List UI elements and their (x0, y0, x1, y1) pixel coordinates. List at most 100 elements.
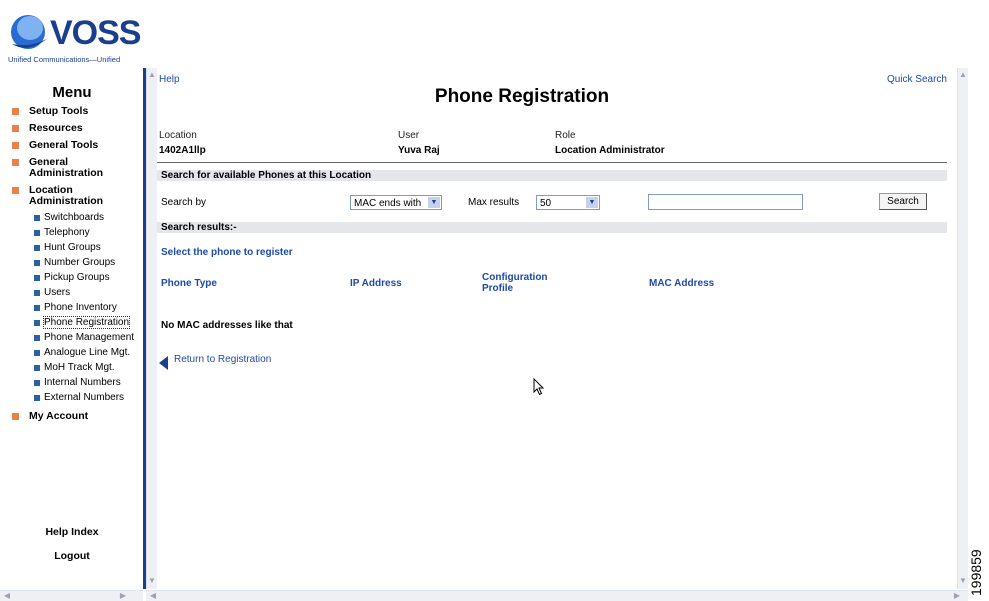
menu-item-setup-tools[interactable]: Setup Tools (12, 106, 142, 117)
main-horizontal-scrollbar[interactable]: ◀ ▶ (146, 590, 968, 601)
scroll-left-icon[interactable]: ◀ (2, 591, 12, 601)
menu-horizontal-scrollbar[interactable]: ◀ ▶ (0, 590, 143, 601)
submenu-item-label: Phone Registration (42, 316, 131, 329)
search-by-label: Search by (161, 197, 207, 208)
menu-list: Setup Tools Resources General Tools Gene… (12, 106, 142, 428)
square-bullet-icon (34, 214, 40, 221)
submenu-item-label: Users (44, 287, 71, 298)
scroll-left-icon[interactable]: ◀ (148, 591, 158, 601)
help-link[interactable]: Help (159, 74, 180, 85)
submenu-item-external-numbers[interactable]: External Numbers (34, 390, 142, 405)
voss-logo: VOSS Unified Communications—Unified (8, 8, 143, 68)
submenu-item-label: External Numbers (44, 392, 125, 403)
submenu-item-internal-numbers[interactable]: Internal Numbers (34, 375, 142, 390)
left-menu: Menu Setup Tools Resources General Tools… (0, 68, 144, 589)
quick-search-link[interactable]: Quick Search (887, 74, 947, 85)
menu-item-label: General Administration (29, 156, 104, 179)
submenu-item-telephony[interactable]: Telephony (34, 225, 142, 240)
search-input[interactable] (648, 194, 803, 210)
submenu-item-users[interactable]: Users (34, 285, 142, 300)
submenu-item-switchboards[interactable]: Switchboards (34, 210, 142, 225)
location-label: Location (159, 130, 197, 141)
logout-link[interactable]: Logout (0, 550, 144, 562)
no-results-message: No MAC addresses like that (161, 320, 293, 331)
search-section-header: Search for available Phones at this Loca… (157, 170, 947, 181)
submenu-item-number-groups[interactable]: Number Groups (34, 255, 142, 270)
menu-item-my-account[interactable]: My Account (12, 411, 142, 422)
square-bullet-icon (34, 334, 40, 341)
search-by-value: MAC ends with (354, 198, 422, 209)
column-header-ip-address: IP Address (350, 278, 402, 289)
bullet-icon (12, 159, 19, 166)
scroll-up-icon[interactable]: ▲ (147, 70, 157, 80)
submenu-item-phone-registration[interactable]: Phone Registration (34, 315, 142, 330)
square-bullet-icon (34, 304, 40, 311)
help-index-link[interactable]: Help Index (0, 526, 144, 538)
column-header-phone-type: Phone Type (161, 278, 217, 289)
figure-id: 199859 (968, 549, 984, 596)
submenu-item-label: Hunt Groups (44, 242, 101, 253)
page-title: Phone Registration (434, 86, 610, 107)
menu-item-location-administration[interactable]: Location Administration (12, 185, 142, 207)
bullet-icon (12, 108, 19, 115)
submenu-item-hunt-groups[interactable]: Hunt Groups (34, 240, 142, 255)
square-bullet-icon (34, 289, 40, 296)
scroll-right-icon[interactable]: ▶ (952, 591, 962, 601)
chevron-down-icon[interactable]: ▼ (428, 197, 440, 208)
search-by-select[interactable]: MAC ends with ▼ (350, 195, 442, 210)
submenu-item-phone-inventory[interactable]: Phone Inventory (34, 300, 142, 315)
location-submenu: Switchboards Telephony Hunt Groups Numbe… (34, 210, 142, 405)
scroll-down-icon[interactable]: ▼ (147, 576, 157, 586)
submenu-item-analogue-line-mgt[interactable]: Analogue Line Mgt. (34, 345, 142, 360)
back-arrow-icon[interactable] (159, 356, 168, 370)
menu-title: Menu (52, 84, 92, 101)
menu-item-resources[interactable]: Resources (12, 123, 142, 134)
search-button[interactable]: Search (879, 193, 927, 210)
menu-item-general-administration[interactable]: General Administration (12, 157, 142, 179)
bullet-icon (12, 125, 19, 132)
submenu-item-moh-track-mgt[interactable]: MoH Track Mgt. (34, 360, 142, 375)
square-bullet-icon (34, 244, 40, 251)
scroll-down-icon[interactable]: ▼ (958, 576, 968, 586)
submenu-item-label: Internal Numbers (44, 377, 121, 388)
voss-swoosh-icon (11, 15, 48, 49)
menu-item-label: Setup Tools (29, 105, 89, 117)
scroll-up-icon[interactable]: ▲ (958, 70, 968, 80)
submenu-item-label: Switchboards (44, 212, 105, 223)
menu-item-general-tools[interactable]: General Tools (12, 140, 142, 151)
submenu-item-label: Phone Inventory (44, 302, 117, 313)
submenu-item-label: Analogue Line Mgt. (44, 347, 131, 358)
return-link-label[interactable]: Return to Registration (174, 354, 271, 365)
submenu-item-label: MoH Track Mgt. (44, 362, 115, 373)
square-bullet-icon (34, 379, 40, 386)
results-section-header: Search results:- (157, 222, 947, 233)
header-divider (157, 162, 947, 163)
square-bullet-icon (34, 394, 40, 401)
logo-wordmark: VOSS (50, 14, 141, 52)
max-results-label: Max results (468, 197, 520, 208)
main-content: Help Quick Search Phone Registration Loc… (157, 68, 947, 589)
mouse-pointer-icon (533, 378, 545, 396)
submenu-item-label: Phone Management (44, 332, 135, 343)
submenu-item-label: Pickup Groups (44, 272, 110, 283)
submenu-item-pickup-groups[interactable]: Pickup Groups (34, 270, 142, 285)
square-bullet-icon (34, 319, 40, 326)
chevron-down-icon[interactable]: ▼ (586, 197, 598, 208)
main-left-vertical-scrollbar[interactable]: ▲ ▼ (146, 68, 157, 589)
max-results-select[interactable]: 50 ▼ (536, 195, 600, 210)
menu-item-label: Resources (29, 122, 83, 134)
bullet-icon (12, 187, 19, 194)
max-results-value: 50 (540, 198, 552, 209)
menu-item-label: My Account (29, 410, 89, 422)
square-bullet-icon (34, 349, 40, 356)
square-bullet-icon (34, 229, 40, 236)
bullet-icon (12, 142, 19, 149)
square-bullet-icon (34, 274, 40, 281)
main-vertical-scrollbar[interactable]: ▲ ▼ (957, 68, 968, 589)
scroll-right-icon[interactable]: ▶ (118, 591, 128, 601)
column-header-configuration-profile: Configuration Profile (482, 272, 548, 294)
return-to-registration[interactable]: Return to Registration (159, 354, 271, 370)
location-value: 1402A1llp (159, 145, 206, 156)
square-bullet-icon (34, 259, 40, 266)
submenu-item-phone-management[interactable]: Phone Management (34, 330, 142, 345)
